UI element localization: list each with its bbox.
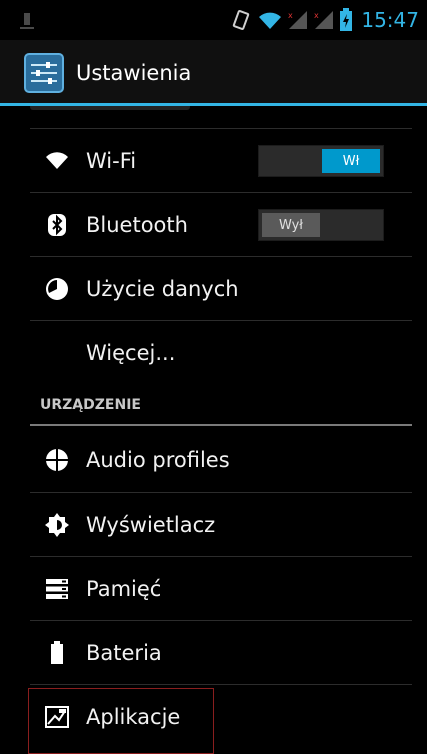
svg-text:x: x bbox=[314, 11, 319, 20]
settings-item-wifi[interactable]: Wi-Fi Wł bbox=[30, 128, 412, 192]
settings-item-label: Wyświetlacz bbox=[86, 512, 216, 537]
settings-item-label: Bateria bbox=[86, 640, 162, 665]
battery-icon bbox=[44, 640, 70, 666]
storage-icon bbox=[44, 576, 70, 602]
wifi-toggle[interactable]: Wł bbox=[258, 145, 384, 177]
settings-list[interactable]: Wi-Fi Wł Bluetooth Wył Użycie danych Wię… bbox=[0, 106, 427, 754]
settings-item-label: Pamięć bbox=[86, 576, 162, 601]
settings-item-storage[interactable]: Pamięć bbox=[30, 556, 412, 620]
section-header-device: URZĄDZENIE bbox=[30, 386, 412, 426]
section-header-label: URZĄDZENIE bbox=[40, 397, 141, 413]
settings-item-display[interactable]: Wyświetlacz bbox=[30, 492, 412, 556]
status-bar: x x 15:47 bbox=[0, 0, 427, 40]
bluetooth-toggle[interactable]: Wył bbox=[258, 209, 384, 241]
settings-item-label: Więcej... bbox=[86, 340, 176, 365]
vibrate-icon bbox=[233, 10, 250, 30]
android-debug-icon bbox=[20, 13, 34, 29]
svg-text:x: x bbox=[288, 11, 293, 20]
settings-item-label: Bluetooth bbox=[86, 212, 188, 237]
settings-item-label: Wi-Fi bbox=[86, 148, 137, 173]
settings-item-battery[interactable]: Bateria bbox=[30, 620, 412, 684]
settings-item-audio-profiles[interactable]: Audio profiles bbox=[30, 428, 412, 492]
page-title: Ustawienia bbox=[76, 61, 192, 85]
scrolled-item-remnant bbox=[30, 106, 412, 120]
settings-item-bluetooth[interactable]: Bluetooth Wył bbox=[30, 192, 412, 256]
signal-icon: x bbox=[288, 11, 308, 29]
status-time: 15:47 bbox=[361, 8, 419, 32]
bluetooth-icon bbox=[44, 212, 70, 238]
settings-item-label: Audio profiles bbox=[86, 448, 230, 472]
settings-item-more[interactable]: Więcej... bbox=[30, 320, 412, 384]
data-usage-icon bbox=[44, 276, 70, 302]
settings-sliders-icon[interactable] bbox=[24, 53, 64, 93]
wifi-icon bbox=[259, 12, 282, 29]
display-icon bbox=[44, 512, 70, 538]
toggle-state-label: Wł bbox=[322, 149, 380, 173]
signal-icon: x bbox=[314, 11, 334, 29]
settings-item-data-usage[interactable]: Użycie danych bbox=[30, 256, 412, 320]
audio-profiles-icon bbox=[44, 447, 70, 473]
toggle-state-label: Wył bbox=[262, 213, 320, 237]
selection-highlight bbox=[28, 688, 214, 754]
action-bar: Ustawienia bbox=[0, 40, 427, 106]
battery-charging-icon bbox=[340, 8, 353, 31]
settings-item-label: Użycie danych bbox=[86, 276, 239, 301]
wifi-icon bbox=[44, 148, 70, 174]
